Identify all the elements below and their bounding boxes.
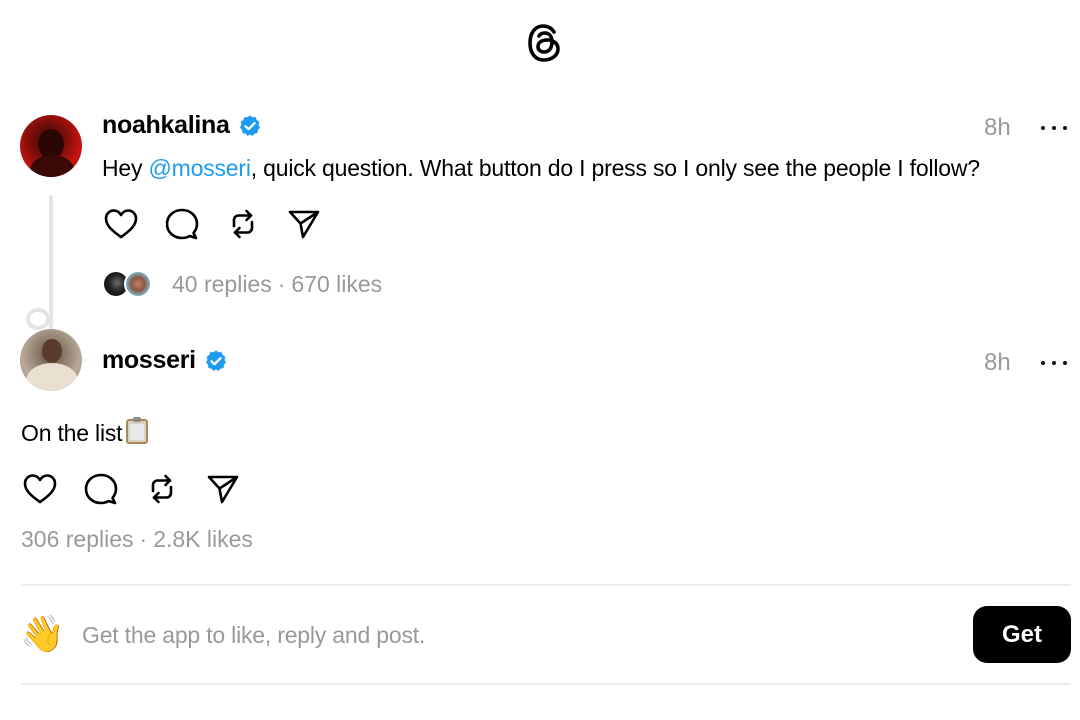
replies-count[interactable]: 306 replies <box>21 526 134 553</box>
post-1-text: Hey @mosseri, quick question. What butto… <box>102 155 980 182</box>
post-1-more-options-icon[interactable] <box>1041 124 1067 132</box>
repost-button[interactable] <box>224 205 262 243</box>
post-2-text: On the list <box>21 417 149 447</box>
stats-separator: · <box>277 270 286 297</box>
post-1-actions <box>102 205 346 243</box>
thread-connector-loop <box>26 308 50 330</box>
post-2-more-options-icon[interactable] <box>1041 359 1067 367</box>
replies-count[interactable]: 40 replies <box>172 271 272 298</box>
post-2-timestamp[interactable]: 8h <box>984 349 1011 377</box>
share-button[interactable] <box>204 470 242 508</box>
like-button[interactable] <box>102 205 140 243</box>
comment-icon <box>165 208 199 240</box>
reply-avatars <box>102 270 154 298</box>
repost-icon <box>232 209 254 239</box>
repost-button[interactable] <box>143 470 181 508</box>
threads-logo-icon[interactable] <box>526 22 564 64</box>
get-app-button[interactable]: Get <box>973 606 1071 663</box>
post-text-prefix: Hey <box>102 155 149 181</box>
post-2-stats: 306 replies · 2.8K likes <box>21 526 253 553</box>
post-1-stats: 40 replies · 670 likes <box>102 270 382 298</box>
mention-link[interactable]: @mosseri <box>149 155 251 181</box>
reply-avatar <box>124 270 152 298</box>
repost-icon <box>151 474 173 504</box>
username-text[interactable]: mosseri <box>102 346 196 375</box>
reply-button[interactable] <box>82 470 120 508</box>
stats-separator: · <box>139 526 148 552</box>
send-icon <box>288 210 320 239</box>
share-button[interactable] <box>285 205 323 243</box>
heart-icon <box>23 474 57 504</box>
post-text-body: On the list <box>21 420 123 446</box>
post-2-username[interactable]: mosseri <box>102 346 228 375</box>
reply-button[interactable] <box>163 205 201 243</box>
comment-icon <box>84 473 118 505</box>
post-1-username[interactable]: noahkalina <box>102 111 262 140</box>
get-app-prompt: Get the app to like, reply and post. <box>82 622 426 648</box>
post-text-suffix: , quick question. What button do I press… <box>250 155 980 181</box>
likes-count[interactable]: 2.8K likes <box>153 526 253 553</box>
username-text[interactable]: noahkalina <box>102 111 230 140</box>
clipboard-emoji-icon <box>126 417 149 444</box>
thread-connector-line <box>49 195 53 335</box>
send-icon <box>207 475 239 504</box>
post-2-actions <box>21 470 265 508</box>
verified-badge-icon <box>239 115 260 136</box>
verified-badge-icon <box>205 350 226 371</box>
like-button[interactable] <box>21 470 59 508</box>
divider <box>21 584 1071 586</box>
waving-hand-icon: 👋 <box>20 613 65 654</box>
divider <box>21 683 1071 685</box>
avatar-noahkalina[interactable] <box>20 115 82 177</box>
post-1-timestamp[interactable]: 8h <box>984 114 1011 142</box>
heart-icon <box>104 209 138 239</box>
avatar-mosseri[interactable] <box>20 329 82 391</box>
likes-count[interactable]: 670 likes <box>291 271 382 298</box>
